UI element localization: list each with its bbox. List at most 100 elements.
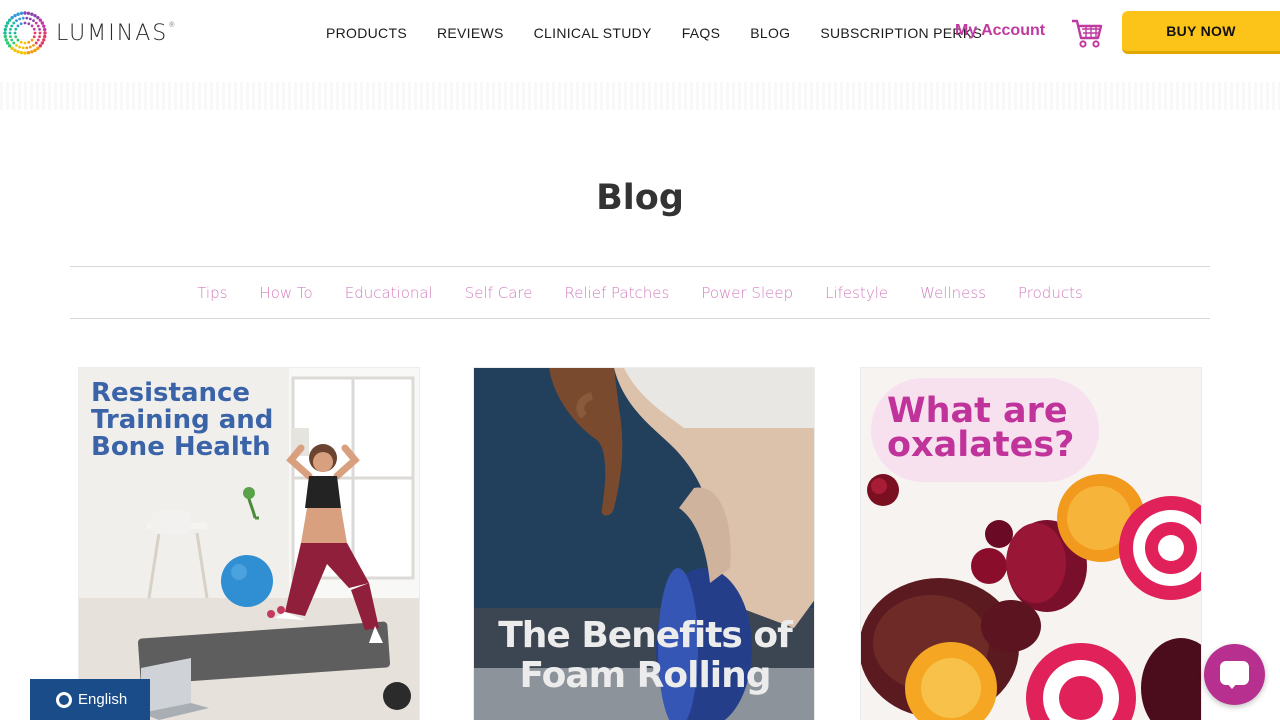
logo-dot xyxy=(8,31,12,35)
logo-dot xyxy=(32,35,36,39)
logo-dot xyxy=(16,12,20,16)
post-image-title: Resistance Training and Bone Health xyxy=(91,378,274,462)
logo-dot xyxy=(32,43,35,47)
logo-dot xyxy=(42,24,46,28)
logo-dot xyxy=(26,11,31,16)
chat-icon-tail xyxy=(1226,682,1238,689)
post-image-title: The Benefits of Foam Rolling xyxy=(498,615,793,696)
blog-card-oxalates[interactable]: What are oxalates? xyxy=(860,367,1202,720)
nav-faqs[interactable]: FAQS xyxy=(682,25,721,41)
logo-dot xyxy=(13,48,17,53)
logo-dot xyxy=(34,21,38,25)
logo-dot xyxy=(26,50,31,55)
category-power-sleep[interactable]: Power Sleep xyxy=(701,284,793,302)
logo-dot xyxy=(19,11,24,16)
logo-dot xyxy=(18,17,22,21)
category-educational[interactable]: Educational xyxy=(345,284,433,302)
nav-products[interactable]: PRODUCTS xyxy=(326,25,407,41)
logo-dot xyxy=(16,50,20,54)
logo-dot xyxy=(10,46,14,51)
logo-dot xyxy=(5,21,10,25)
logo-dot xyxy=(28,45,32,49)
logo-dot xyxy=(38,44,43,48)
chat-launcher-button[interactable] xyxy=(1204,644,1265,705)
logo-dot xyxy=(27,22,31,26)
category-bar: Tips How To Educational Self Care Relief… xyxy=(70,266,1210,319)
logo-dot xyxy=(14,27,18,31)
logo-dot xyxy=(34,41,38,45)
logo-dot xyxy=(30,24,34,28)
logo-dot xyxy=(38,35,41,38)
logo-dot xyxy=(13,13,17,18)
buy-now-button[interactable]: BUY NOW xyxy=(1122,11,1280,54)
logo-dot xyxy=(21,46,25,50)
post-image-title: What are oxalates? xyxy=(887,391,1075,465)
blog-card-resistance-training[interactable]: Resistance Training and Bone Health xyxy=(78,367,420,720)
logo-dot xyxy=(36,24,40,28)
language-selector[interactable]: English xyxy=(30,679,150,720)
logo-dot xyxy=(10,38,14,42)
luminas-logo-icon xyxy=(3,11,47,55)
logo-dot xyxy=(3,27,8,32)
logo-dot xyxy=(7,18,12,22)
nav-clinical-study[interactable]: CLINICAL STUDY xyxy=(534,25,652,41)
site-logo[interactable]: LUMINAS® xyxy=(0,8,177,58)
logo-dot xyxy=(19,50,24,55)
logo-dot xyxy=(13,31,17,35)
main-nav: PRODUCTS REVIEWS CLINICAL STUDY FAQS BLO… xyxy=(326,0,982,66)
category-tips[interactable]: Tips xyxy=(197,284,227,302)
logo-dot xyxy=(38,31,42,35)
logo-dot xyxy=(40,21,45,25)
category-wellness[interactable]: Wellness xyxy=(920,284,986,302)
category-relief-patches[interactable]: Relief Patches xyxy=(564,284,669,302)
logo-dot xyxy=(27,40,31,44)
logo-dot xyxy=(12,41,16,45)
logo-dot xyxy=(42,38,46,42)
logo-dot xyxy=(23,41,27,45)
logo-dot xyxy=(21,16,25,20)
nav-reviews[interactable]: REVIEWS xyxy=(437,25,504,41)
logo-dot xyxy=(30,12,34,16)
logo-dot xyxy=(36,15,40,20)
logo-dot xyxy=(18,45,22,49)
logo-dot xyxy=(9,35,12,38)
category-products[interactable]: Products xyxy=(1018,284,1083,302)
nav-blog[interactable]: BLOG xyxy=(750,25,790,41)
logo-dot xyxy=(40,41,45,45)
site-header: LUMINAS® PRODUCTS REVIEWS CLINICAL STUDY… xyxy=(0,0,1280,82)
logo-dot xyxy=(23,21,27,25)
logo-dot xyxy=(36,38,40,42)
logo-dot xyxy=(19,40,23,44)
category-lifestyle[interactable]: Lifestyle xyxy=(825,284,888,302)
logo-dot xyxy=(32,19,35,23)
logo-dot xyxy=(33,31,37,35)
logo-dot xyxy=(15,43,18,47)
logo-dot xyxy=(25,16,29,20)
logo-dot xyxy=(16,24,20,28)
my-account-link[interactable]: My Account xyxy=(955,22,1045,40)
shopping-cart-icon[interactable] xyxy=(1070,16,1104,50)
logo-dot xyxy=(42,34,47,39)
page-title: Blog xyxy=(596,178,684,218)
logo-dot xyxy=(28,17,32,21)
logo-dot xyxy=(3,34,8,39)
logo-dot xyxy=(38,18,43,22)
logo-dot xyxy=(7,44,12,48)
logo-dot xyxy=(25,46,29,50)
logo-dot xyxy=(4,24,8,28)
logo-dot xyxy=(9,28,12,31)
category-self-care[interactable]: Self Care xyxy=(465,284,533,302)
logo-dot xyxy=(42,27,47,32)
category-how-to[interactable]: How To xyxy=(259,284,312,302)
logo-dot xyxy=(23,51,27,55)
logo-dot xyxy=(33,48,37,53)
logo-dot xyxy=(12,21,16,25)
logo-dot xyxy=(10,15,14,20)
logo-dot xyxy=(23,11,27,15)
logo-dot xyxy=(43,31,47,35)
logo-dot xyxy=(38,28,41,31)
language-label: English xyxy=(78,691,128,708)
blog-card-foam-rolling[interactable]: The Benefits of Foam Rolling xyxy=(473,367,815,720)
logo-dot xyxy=(4,38,8,42)
logo-dot xyxy=(30,50,34,54)
